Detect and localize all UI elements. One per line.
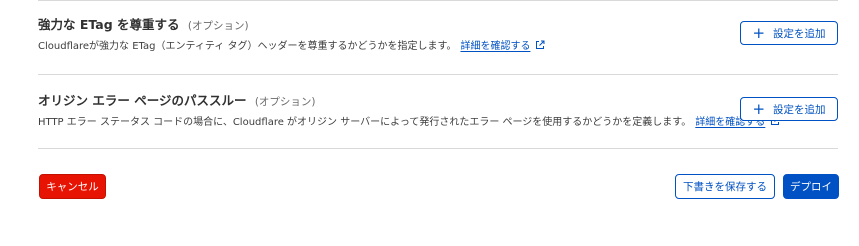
plus-icon: + xyxy=(752,23,766,42)
setting-origin-error-page-passthru: オリジン エラー ページのパススルー (オプション) HTTP エラー ステータ… xyxy=(38,92,838,142)
setting-description-text: HTTP エラー ステータス コードの場合に、Cloudflare がオリジン … xyxy=(38,117,692,128)
deploy-button[interactable]: デプロイ xyxy=(783,174,839,199)
setting-title: オリジン エラー ページのパススルー (オプション) xyxy=(38,92,316,111)
divider xyxy=(38,148,838,149)
add-setting-label: 設定を追加 xyxy=(773,103,826,116)
setting-description-text: Cloudflareが強力な ETag（エンティティ タグ）ヘッダーを尊重するか… xyxy=(38,41,457,52)
setting-description: HTTP エラー ステータス コードの場合に、Cloudflare がオリジン … xyxy=(38,115,780,131)
plus-icon: + xyxy=(752,99,766,118)
save-draft-button[interactable]: 下書きを保存する xyxy=(675,174,775,199)
setting-title: 強力な ETag を尊重する (オプション) xyxy=(38,16,249,35)
setting-title-text: オリジン エラー ページのパススルー xyxy=(38,93,247,108)
divider xyxy=(38,74,838,75)
add-setting-button[interactable]: + 設定を追加 xyxy=(740,97,838,121)
setting-description: Cloudflareが強力な ETag（エンティティ タグ）ヘッダーを尊重するか… xyxy=(38,39,545,55)
add-setting-button[interactable]: + 設定を追加 xyxy=(740,21,838,45)
divider-top xyxy=(38,0,838,1)
external-link-icon[interactable] xyxy=(535,40,545,50)
add-setting-label: 設定を追加 xyxy=(773,27,826,40)
cancel-button[interactable]: キャンセル xyxy=(39,174,106,199)
setting-strong-etag: 強力な ETag を尊重する (オプション) Cloudflareが強力な ET… xyxy=(38,16,838,66)
optional-label: (オプション) xyxy=(254,96,316,108)
optional-label: (オプション) xyxy=(187,20,249,32)
setting-title-text: 強力な ETag を尊重する xyxy=(38,17,180,32)
learn-more-link[interactable]: 詳細を確認する xyxy=(460,41,530,52)
